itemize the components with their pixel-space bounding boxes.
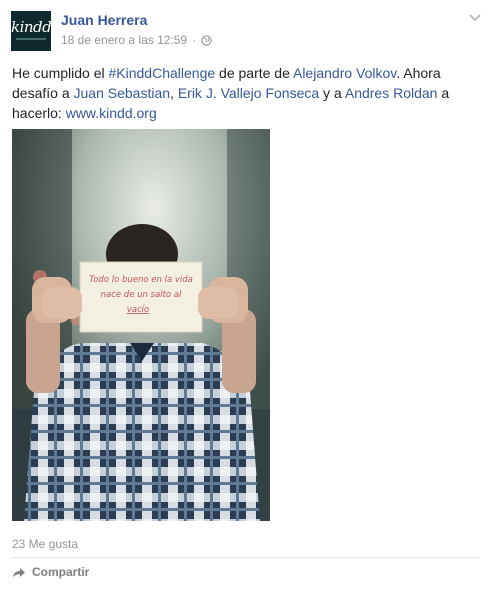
share-icon [13, 568, 25, 577]
tagged-user-link[interactable]: Andres Roldan [345, 85, 438, 101]
post-text-segment: y a [319, 85, 345, 101]
tagged-user-link[interactable]: Erik J. Vallejo Fonseca [178, 85, 319, 101]
photo-illustration: Todo lo bueno en la vida nace de un salt… [12, 129, 270, 521]
post-text-segment: He cumplido el [12, 65, 109, 81]
post-text-segment: de parte de [215, 65, 293, 81]
logo-underline [16, 38, 46, 40]
author-name-link[interactable]: Juan Herrera [61, 12, 147, 28]
chevron-down-icon[interactable] [467, 12, 483, 24]
tagged-user-link[interactable]: Juan Sebastian [74, 85, 171, 101]
share-button[interactable]: Compartir [12, 565, 89, 579]
globe-icon [201, 34, 212, 46]
sign-line-3: vacío [127, 305, 149, 315]
action-divider [12, 557, 479, 558]
kindd-logo: kindd [11, 18, 51, 36]
post-timestamp[interactable]: 18 de enero a las 12:59 [61, 33, 187, 47]
sign-line-2: nace de un salto al [101, 290, 182, 300]
tagged-user-link[interactable]: Alejandro Volkov [293, 65, 396, 81]
page-avatar[interactable]: kindd [11, 11, 51, 51]
post-text: He cumplido el #KinddChallenge de parte … [12, 63, 480, 123]
post-meta: 18 de enero a las 12:59 · [61, 33, 212, 47]
meta-separator: · [192, 33, 197, 47]
website-link[interactable]: www.kindd.org [66, 105, 157, 121]
post-photo[interactable]: Todo lo bueno en la vida nace de un salt… [12, 129, 270, 521]
hashtag-link[interactable]: #KinddChallenge [109, 65, 216, 81]
share-label: Compartir [32, 565, 90, 579]
likes-count[interactable]: 23 Me gusta [12, 537, 78, 551]
post-text-segment: , [170, 85, 178, 101]
sign-line-1: Todo lo bueno en la vida [89, 275, 193, 285]
